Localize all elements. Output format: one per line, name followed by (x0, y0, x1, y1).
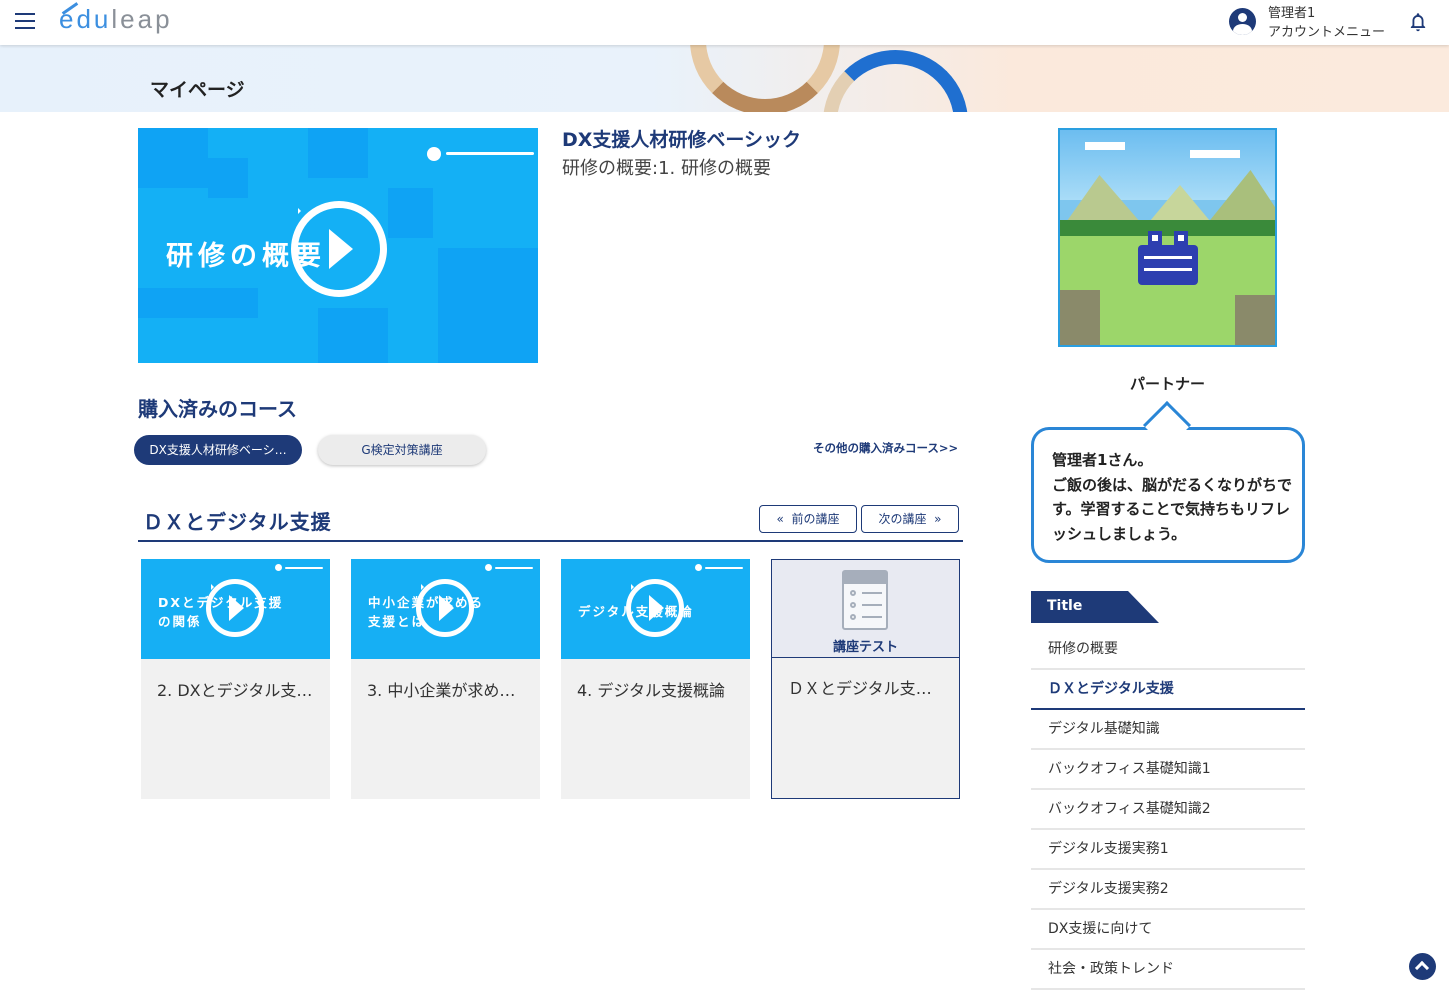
test-thumbnail: 講座テスト (772, 560, 959, 658)
next-chapter-label: 次の講座 (878, 512, 927, 526)
play-triangle (649, 595, 664, 621)
page-banner: マイページ (0, 45, 1449, 112)
top-bar: eduleap 管理者1 アカウントメニュー (0, 0, 1449, 45)
play-triangle (329, 229, 353, 269)
toc-item[interactable]: 研修の概要 (1031, 630, 1305, 670)
prev-chapter-button[interactable]: « 前の講座 (759, 505, 857, 533)
chevrons-right-icon: » (934, 512, 942, 526)
play-icon (626, 579, 684, 637)
chapter-title: ＤＸとデジタル支援 (143, 510, 332, 534)
money-forward-logo (427, 147, 441, 161)
money-forward-logo (485, 564, 492, 571)
course-pill[interactable]: G検定対策講座 (318, 435, 486, 465)
lesson-card-label: 3. 中小企業が求め… (367, 681, 516, 700)
bubble-tail-mask (1138, 430, 1196, 438)
lesson-card[interactable]: DXとデジタル支援 の関係 2. DXとデジタル支… (141, 559, 330, 799)
chapter-test-card[interactable]: 講座テスト ＤＸとデジタル支援… (771, 559, 960, 799)
toc-item[interactable]: DX支援に向けて (1031, 910, 1305, 950)
toc-item[interactable]: デジタル支援実務1 (1031, 830, 1305, 870)
money-forward-logo (275, 564, 282, 571)
toc-item[interactable]: バックオフィス基礎知識1 (1031, 750, 1305, 790)
prev-chapter-label: 前の講座 (791, 512, 840, 526)
money-forward-logotype (495, 567, 533, 569)
partner-message: 管理者1さん。 ご飯の後は、脳がだるくなりがちです。学習することで気持ちもリフレ… (1052, 451, 1293, 543)
play-icon (206, 579, 264, 637)
course-pill-active[interactable]: DX支援人材研修ベーシ… (134, 435, 302, 465)
money-forward-logotype (446, 152, 534, 155)
money-forward-logotype (705, 567, 743, 569)
money-forward-logotype (285, 567, 323, 569)
chevron-up-icon (1414, 960, 1430, 976)
next-chapter-button[interactable]: 次の講座 » (861, 505, 959, 533)
user-circle-icon[interactable] (1229, 8, 1256, 35)
toc-item[interactable]: 社会・政策トレンド (1031, 950, 1305, 990)
partner-label: パートナー (1129, 375, 1205, 393)
logo-rest: leap (111, 4, 173, 34)
test-card-label: ＤＸとデジタル支援… (788, 679, 946, 698)
toc-item[interactable]: ＤＸとデジタル支援 (1031, 670, 1305, 710)
test-sheet-icon (842, 570, 888, 630)
user-name: 管理者1 (1268, 6, 1316, 21)
lesson-card[interactable]: デジタル支援概論 4. デジタル支援概論 (561, 559, 750, 799)
lesson-card[interactable]: 中小企業が求める 支援とは 3. 中小企業が求め… (351, 559, 540, 799)
other-courses-link[interactable]: その他の購入済みコース>> (813, 440, 958, 456)
lesson-card-label: 4. デジタル支援概論 (577, 681, 726, 700)
chevrons-left-icon: « (776, 512, 784, 526)
money-forward-logo (695, 564, 702, 571)
toc-item[interactable]: バックオフィス基礎知識2 (1031, 790, 1305, 830)
decorative-ring (690, 45, 840, 112)
play-triangle (229, 595, 244, 621)
decorative-ring (823, 50, 968, 112)
menu-icon[interactable] (15, 13, 35, 29)
play-triangle (439, 595, 454, 621)
lesson-card-label: 2. DXとデジタル支… (157, 681, 313, 700)
partner-avatar[interactable] (1058, 128, 1277, 347)
logo[interactable]: eduleap (59, 4, 173, 35)
purchased-courses-heading: 購入済みのコース (138, 397, 297, 421)
toc-item[interactable]: デジタル支援実務2 (1031, 870, 1305, 910)
lesson-thumbnail: 中小企業が求める 支援とは (351, 559, 540, 659)
logo-accent: edu (59, 4, 112, 34)
test-caption: 講座テスト (832, 640, 898, 655)
page-title: マイページ (150, 79, 245, 101)
bell-icon[interactable] (1407, 11, 1429, 33)
lesson-title: 研修の概要:1. 研修の概要 (562, 158, 771, 179)
toc-item[interactable]: デジタル基礎知識 (1031, 710, 1305, 750)
partner-character (1138, 245, 1198, 285)
account-menu-link[interactable]: アカウントメニュー (1268, 21, 1385, 40)
scroll-to-top-button[interactable] (1409, 953, 1436, 980)
chapter-divider (138, 540, 963, 542)
lesson-thumbnail: デジタル支援概論 (561, 559, 750, 659)
course-title[interactable]: DX支援人材研修ベーシック (562, 125, 801, 152)
lesson-thumbnail: DXとデジタル支援 の関係 (141, 559, 330, 659)
play-icon (416, 579, 474, 637)
toc-heading: Title (1047, 598, 1083, 614)
